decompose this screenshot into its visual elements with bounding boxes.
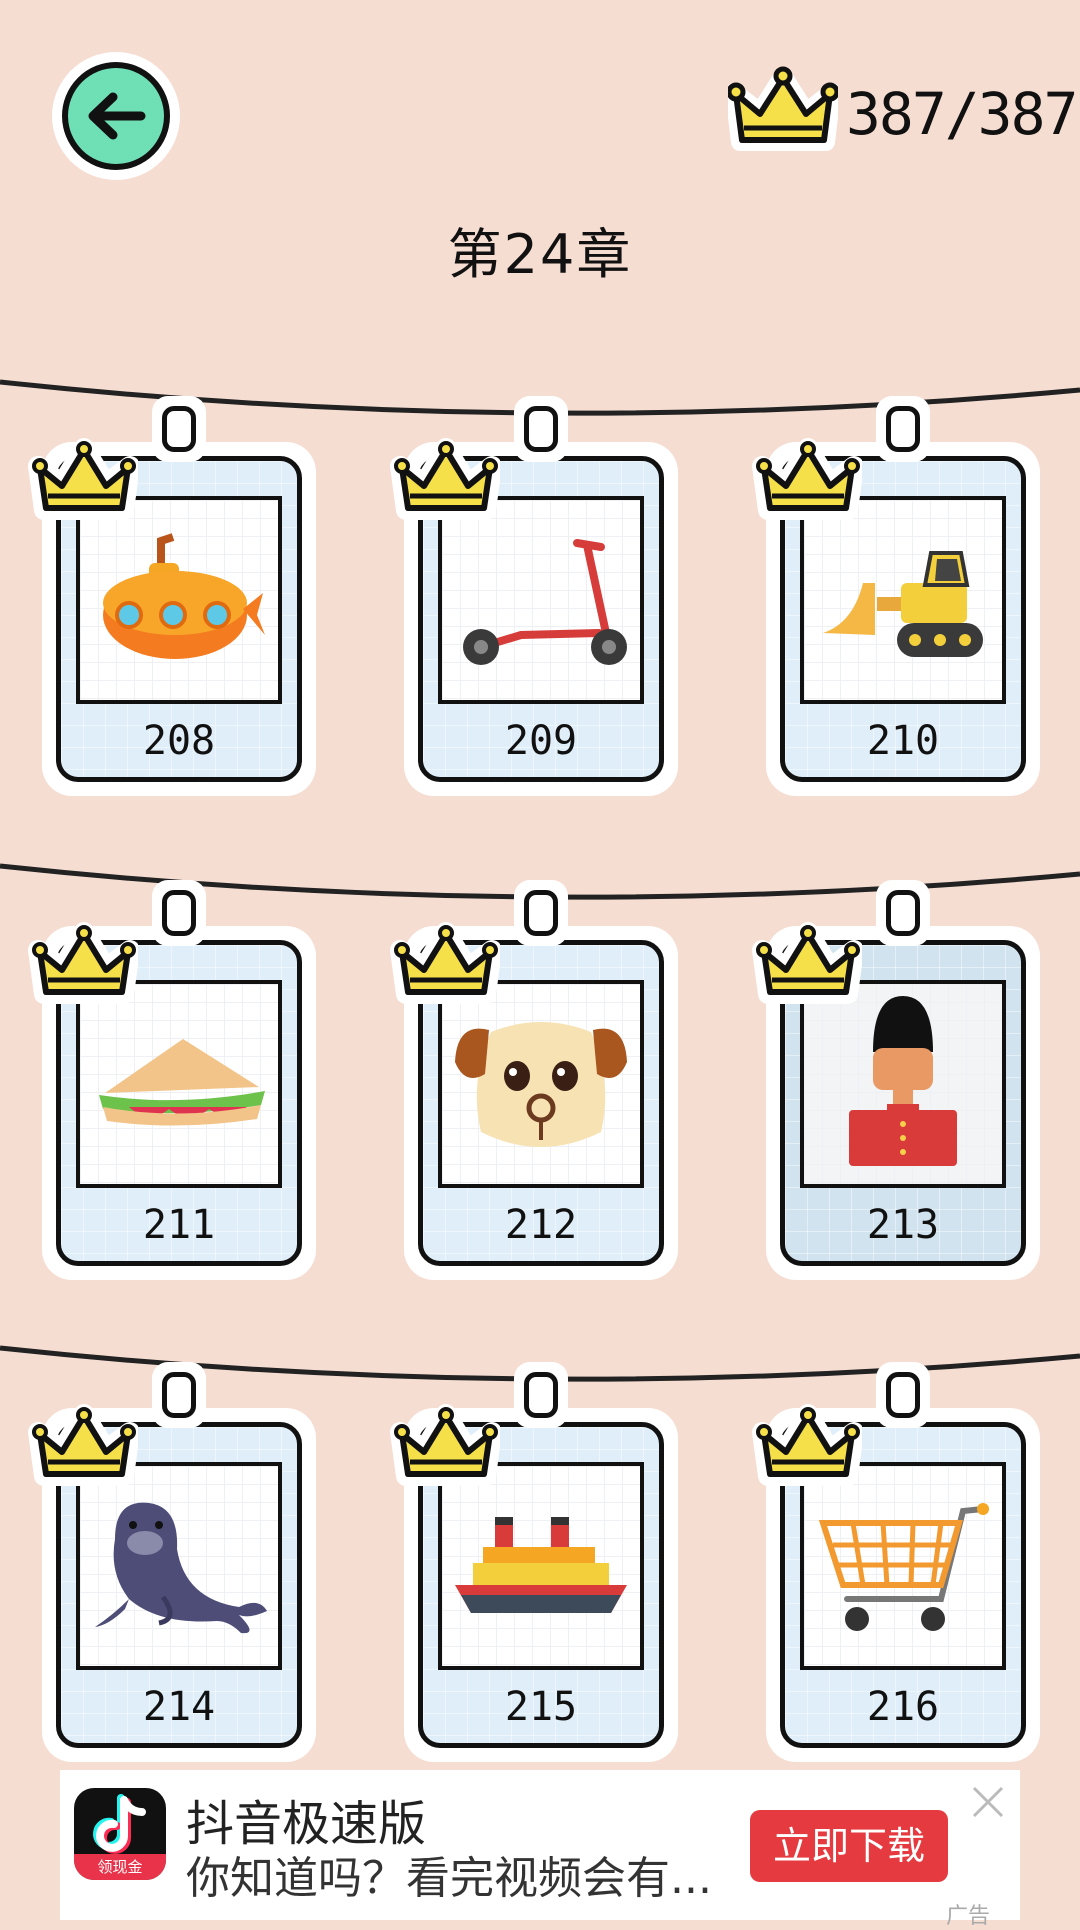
level-number: 209 [504,718,578,764]
level-number: 212 [504,1202,578,1248]
royal-guard-icon [813,992,993,1176]
seal-icon [89,1489,269,1643]
level-card[interactable]: 211 [28,880,316,1280]
level-picture [800,1462,1006,1670]
level-picture [76,496,282,704]
level-picture [800,496,1006,704]
ad-download-button[interactable]: 立即下载 [750,1810,948,1882]
clothespin [152,880,206,946]
crown-icon [390,436,502,526]
clothespin [876,396,930,462]
cruise-ship-icon [451,1489,631,1643]
ad-label: 广告 [946,1904,991,1929]
level-card[interactable]: 215 [390,1362,678,1762]
clothespin [514,396,568,462]
level-picture [438,1462,644,1670]
level-number: 208 [142,718,216,764]
level-number: 213 [866,1202,940,1248]
level-number: 216 [866,1684,940,1730]
level-picture [438,496,644,704]
submarine-icon [89,523,269,677]
level-number: 210 [866,718,940,764]
ad-banner[interactable]: 领现金 抖音极速版 你知道吗？看完视频会有... 立即下载 广告 [60,1770,1020,1929]
music-note-icon [93,1794,146,1854]
ad-app-icon[interactable]: 领现金 [74,1788,166,1880]
clothespin [152,1362,206,1428]
level-card[interactable]: 208 [28,396,316,796]
crown-icon [390,1402,502,1492]
clothespin [152,396,206,462]
level-card[interactable]: 214 [28,1362,316,1762]
level-card[interactable]: 209 [390,396,678,796]
level-number: 214 [142,1684,216,1730]
ad-description[interactable]: 你知道吗？看完视频会有... [186,1842,712,1906]
level-card[interactable]: 216 [752,1362,1040,1762]
crown-icon [28,436,140,526]
clothespin [876,1362,930,1428]
clothespin [514,1362,568,1428]
level-picture [438,980,644,1188]
level-number: 215 [504,1684,578,1730]
level-card[interactable]: 213 [752,880,1040,1280]
level-card[interactable]: 212 [390,880,678,1280]
crown-icon [390,920,502,1010]
level-picture [76,980,282,1188]
level-picture [76,1462,282,1670]
bulldozer-icon [813,523,993,677]
clothespin [514,880,568,946]
sandwich-icon [89,1007,269,1161]
close-icon[interactable] [968,1782,1008,1822]
clothespin [876,880,930,946]
ad-icon-badge: 领现金 [74,1854,166,1880]
level-card[interactable]: 210 [752,396,1040,796]
crown-icon [752,920,864,1010]
level-number: 211 [142,1202,216,1248]
level-picture [800,980,1006,1188]
scooter-icon [451,523,631,677]
crown-icon [28,1402,140,1492]
crown-icon [752,1402,864,1492]
crown-icon [752,436,864,526]
shopping-cart-icon [813,1489,993,1643]
dog-icon [451,1002,631,1166]
crown-icon [28,920,140,1010]
